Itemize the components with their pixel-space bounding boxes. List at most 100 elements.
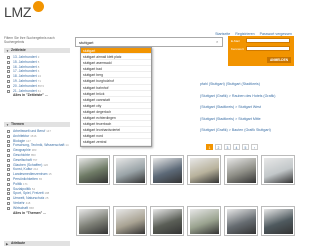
logo[interactable]: LMZ [4, 4, 31, 20]
result-link[interactable]: (Stuttgart (Stadtkreis) > Stuttgart West [200, 102, 298, 114]
filter-checkbox[interactable] [7, 197, 10, 201]
thumbnail-image [152, 208, 182, 234]
image-thumbnail[interactable] [113, 155, 147, 185]
filter-label: Arbeitswelt und Beruf [13, 129, 46, 133]
filter-label: Architektur [13, 133, 30, 138]
filter-count: 8 [37, 64, 40, 69]
login-button[interactable]: ANMELDEN [267, 57, 291, 63]
filter-label: 15. Jahrhundert [13, 59, 37, 64]
filter-count: 54 [31, 186, 36, 191]
thumbnail-image [263, 157, 293, 183]
image-thumbnail[interactable] [261, 155, 295, 185]
image-thumbnail[interactable] [150, 206, 184, 236]
page-link[interactable]: 4 [233, 144, 240, 150]
filter-label: Sozialpolitik [13, 186, 31, 191]
image-thumbnail[interactable] [224, 155, 258, 185]
section-header-timeline[interactable]: ▼ Zeitleiste [4, 48, 70, 53]
filter-count: 658 [29, 205, 34, 210]
filter-checkbox[interactable] [7, 70, 10, 74]
filter-checkbox[interactable] [7, 192, 10, 196]
show-all-link[interactable]: Alles in "Themen" ... [4, 211, 70, 216]
filter-label: Verkehr [13, 200, 25, 205]
filter-count: 120 [43, 162, 49, 167]
topics-list: Arbeitswelt und Beruf147 Architektur1516 B… [4, 129, 70, 215]
filter-label: Sport, Spiel, Freizeit [13, 191, 44, 196]
login-panel: E-Mail Kennwort ANMELDEN [228, 36, 294, 66]
filter-checkbox[interactable] [7, 89, 10, 93]
filter-checkbox[interactable] [7, 173, 10, 177]
filter-checkbox[interactable] [7, 187, 10, 191]
page-link[interactable]: 5 [242, 144, 249, 150]
filter-checkbox[interactable] [7, 144, 10, 148]
filter-checkbox[interactable] [7, 201, 10, 205]
image-thumbnail[interactable] [187, 155, 221, 185]
filter-label: Forschung, Technik, Wissenschaft [13, 143, 65, 148]
page-link[interactable]: 3 [224, 144, 231, 150]
section-header-attributes[interactable]: ▶ Attribute [4, 241, 70, 246]
email-label: E-Mail [231, 39, 240, 43]
result-link[interactable]: pfahl (Stuttgart) (Stuttgart (Stadtkreis… [200, 79, 298, 91]
filter-count: 127 [26, 138, 31, 143]
image-thumbnail[interactable] [224, 206, 258, 236]
results-list: pfahl (Stuttgart) (Stuttgart (Stadtkreis… [200, 79, 298, 137]
filter-label: Wirtschaft [13, 205, 29, 210]
page-link[interactable]: 2 [215, 144, 222, 150]
filter-checkbox[interactable] [7, 79, 10, 83]
filter-count: 14 [65, 143, 69, 148]
page-link[interactable]: 1 [206, 144, 213, 150]
filter-label: Gesellschaft [13, 157, 32, 162]
email-field[interactable] [246, 38, 290, 43]
thumbnail-image [189, 157, 219, 183]
filter-checkbox[interactable] [7, 168, 10, 172]
filter-label: Biologie [13, 138, 26, 143]
result-link[interactable]: (Stuttgart (Grafik) > Bauten (Grafik Stu… [200, 125, 298, 137]
filter-checkbox[interactable] [7, 153, 10, 157]
password-field[interactable] [246, 46, 290, 51]
filter-label: 21. Jahrhundert [13, 88, 37, 93]
triangle-down-icon: ▼ [6, 49, 9, 53]
filter-count: 188 [44, 191, 50, 196]
autocomplete-suggestion[interactable]: stuttgart zentral [81, 139, 151, 146]
section-header-topics[interactable]: ▼ Themen [4, 122, 70, 127]
filter-label: Geographie [13, 148, 31, 153]
clear-search-icon[interactable]: × [216, 39, 218, 44]
filter-checkbox[interactable] [7, 139, 10, 143]
image-thumbnail[interactable] [187, 206, 221, 236]
search-input[interactable]: stuttgart [75, 37, 223, 47]
image-thumbnail[interactable] [150, 155, 184, 185]
image-thumbnail[interactable] [76, 155, 110, 185]
filter-checkbox[interactable] [7, 149, 10, 153]
thumbnail-image [115, 208, 145, 234]
filter-checkbox[interactable] [7, 75, 10, 79]
show-all-link[interactable]: Alles in "Zeitleiste" ... [4, 93, 70, 98]
filter-label: Politik [13, 181, 23, 186]
filter-count: 5 [37, 59, 40, 64]
image-thumbnail[interactable] [261, 206, 295, 236]
filter-checkbox[interactable] [7, 177, 10, 181]
thumbnail-image [152, 157, 182, 183]
result-link[interactable]: (Stuttgart (Stadtkreis) > Stuttgart Mitt… [200, 114, 298, 126]
filter-label: 13. Jahrhundert [13, 55, 37, 59]
result-link[interactable]: (Stuttgart (Grafik) > Rauben des Hotels … [200, 91, 298, 103]
image-thumbnail[interactable] [113, 206, 147, 236]
filter-checkbox[interactable] [7, 56, 10, 59]
timeline-list: 13. Jahrhundert3 15. Jahrhundert5 16. Jahr… [4, 55, 70, 98]
thumbnail-image [115, 157, 145, 183]
filter-label: Persönlichkeiten [13, 176, 38, 181]
filter-checkbox[interactable] [7, 65, 10, 69]
filter-count: 147 [46, 129, 51, 133]
filter-checkbox[interactable] [7, 206, 10, 210]
filter-checkbox[interactable] [7, 134, 10, 138]
image-thumbnail[interactable] [76, 206, 110, 236]
filter-checkbox[interactable] [7, 158, 10, 162]
triangle-right-icon: ▶ [6, 242, 9, 246]
next-page-icon[interactable]: › [251, 144, 258, 150]
filter-checkbox[interactable] [7, 60, 10, 64]
filter-count: 25 [45, 196, 49, 201]
filter-checkbox[interactable] [7, 130, 10, 133]
filter-label: 18. Jahrhundert [13, 74, 37, 79]
filter-checkbox[interactable] [7, 182, 10, 186]
filter-count: 71 [37, 78, 41, 83]
filter-checkbox[interactable] [7, 163, 10, 167]
filter-checkbox[interactable] [7, 84, 10, 88]
